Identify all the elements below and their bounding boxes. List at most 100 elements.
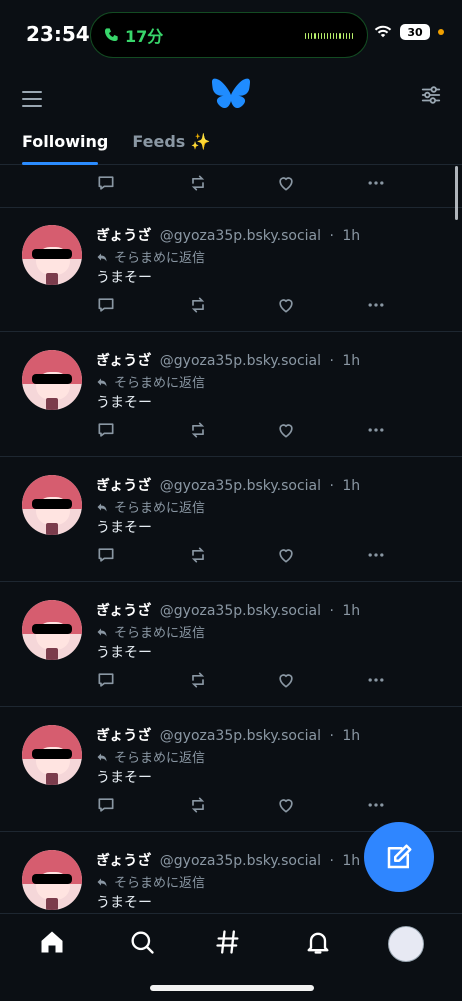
reply-button[interactable] — [96, 545, 116, 565]
post-time[interactable]: 1h — [342, 353, 360, 369]
reply-context[interactable]: そらまめに返信 — [96, 372, 205, 391]
nav-home[interactable] — [34, 924, 70, 960]
nav-notifications[interactable] — [300, 924, 336, 960]
post-header: ぎょうざ @gyoza35p.bsky.social · 1h — [96, 350, 360, 370]
reply-arrow-icon — [97, 628, 107, 636]
post-text: うまそー — [96, 895, 152, 911]
like-button[interactable] — [276, 295, 296, 315]
like-button[interactable] — [276, 545, 296, 565]
like-button[interactable] — [276, 173, 296, 193]
post-time[interactable]: 1h — [342, 603, 360, 619]
post-item[interactable]: ぎょうざ @gyoza35p.bsky.social · 1h そらまめに返信 … — [0, 207, 462, 332]
post-text: うまそー — [96, 770, 152, 786]
home-indicator[interactable] — [150, 985, 314, 991]
compose-post-button[interactable] — [364, 822, 434, 892]
bluesky-butterfly-icon[interactable] — [212, 78, 250, 112]
post-avatar[interactable] — [22, 475, 82, 535]
more-button[interactable] — [366, 545, 386, 565]
reply-button[interactable] — [96, 420, 116, 440]
tab-feeds[interactable]: Feeds ✨ — [132, 132, 210, 151]
reply-context[interactable]: そらまめに返信 — [96, 872, 205, 891]
display-name[interactable]: ぎょうざ — [96, 728, 151, 744]
handle[interactable]: @gyoza35p.bsky.social — [160, 603, 321, 619]
dynamic-island[interactable]: 17分 — [90, 12, 368, 58]
display-name[interactable]: ぎょうざ — [96, 478, 151, 494]
reply-arrow-icon — [97, 878, 107, 886]
post-time[interactable]: 1h — [342, 478, 360, 494]
reply-context[interactable]: そらまめに返信 — [96, 497, 205, 516]
post-avatar[interactable] — [22, 725, 82, 785]
heart-icon — [279, 799, 293, 813]
like-button[interactable] — [276, 420, 296, 440]
repost-button[interactable] — [188, 173, 208, 193]
post-action-bar — [96, 173, 396, 197]
post-item[interactable]: ぎょうざ @gyoza35p.bsky.social · 1h そらまめに返信 … — [0, 457, 462, 582]
reply-button[interactable] — [96, 670, 116, 690]
reply-button[interactable] — [96, 173, 116, 193]
handle[interactable]: @gyoza35p.bsky.social — [160, 478, 321, 494]
phone-icon — [105, 28, 118, 41]
more-button[interactable] — [366, 670, 386, 690]
display-name[interactable]: ぎょうざ — [96, 853, 151, 869]
reply-button[interactable] — [96, 295, 116, 315]
reply-context[interactable]: そらまめに返信 — [96, 622, 205, 641]
nav-profile-avatar[interactable] — [388, 926, 424, 962]
reply-icon — [98, 673, 114, 687]
nav-feeds[interactable] — [210, 924, 246, 960]
scrollbar[interactable] — [455, 166, 458, 220]
handle[interactable]: @gyoza35p.bsky.social — [160, 353, 321, 369]
post-item[interactable]: ぎょうざ @gyoza35p.bsky.social · 1h そらまめに返信 … — [0, 582, 462, 707]
reply-button[interactable] — [96, 795, 116, 815]
reply-arrow-icon — [97, 503, 107, 511]
call-duration: 17分 — [125, 27, 164, 46]
post-time[interactable]: 1h — [342, 853, 360, 869]
post-header: ぎょうざ @gyoza35p.bsky.social · 1h — [96, 850, 360, 870]
reply-icon — [98, 548, 114, 562]
feed-settings-icon[interactable] — [420, 84, 442, 106]
search-icon — [131, 931, 154, 954]
post-item[interactable]: ぎょうざ @gyoza35p.bsky.social · 1h そらまめに返信 … — [0, 332, 462, 457]
post-avatar[interactable] — [22, 850, 82, 910]
reply-context[interactable]: そらまめに返信 — [96, 747, 205, 766]
nav-search[interactable] — [124, 924, 160, 960]
reply-icon — [98, 798, 114, 812]
post-avatar[interactable] — [22, 600, 82, 660]
repost-button[interactable] — [188, 795, 208, 815]
battery-level: 30 — [407, 25, 423, 39]
post-time[interactable]: 1h — [342, 228, 360, 244]
call-indicator[interactable]: 17分 — [103, 23, 163, 47]
heart-icon — [279, 177, 293, 191]
feed-list[interactable]: ぎょうざ @gyoza35p.bsky.social · 1h そらまめに返信 … — [0, 165, 462, 913]
tab-following[interactable]: Following — [22, 132, 108, 151]
more-button[interactable] — [366, 420, 386, 440]
handle[interactable]: @gyoza35p.bsky.social — [160, 853, 321, 869]
reply-icon — [98, 176, 114, 190]
reply-context[interactable]: そらまめに返信 — [96, 247, 205, 266]
handle[interactable]: @gyoza35p.bsky.social — [160, 728, 321, 744]
display-name[interactable]: ぎょうざ — [96, 603, 151, 619]
like-button[interactable] — [276, 670, 296, 690]
repost-button[interactable] — [188, 545, 208, 565]
like-button[interactable] — [276, 795, 296, 815]
repost-button[interactable] — [188, 295, 208, 315]
repost-button[interactable] — [188, 420, 208, 440]
post-item[interactable]: ぎょうざ @gyoza35p.bsky.social · 1h そらまめに返信 … — [0, 707, 462, 832]
app-header: Following Feeds ✨ — [0, 70, 462, 165]
post-avatar[interactable] — [22, 225, 82, 285]
repost-button[interactable] — [188, 670, 208, 690]
handle[interactable]: @gyoza35p.bsky.social — [160, 228, 321, 244]
wifi-icon — [374, 25, 392, 38]
more-button[interactable] — [366, 173, 386, 193]
post-time[interactable]: 1h — [342, 728, 360, 744]
separator: · — [329, 603, 334, 619]
menu-icon[interactable] — [22, 86, 42, 112]
display-name[interactable]: ぎょうざ — [96, 228, 151, 244]
separator: · — [329, 478, 334, 494]
more-button[interactable] — [366, 795, 386, 815]
heart-icon — [279, 549, 293, 563]
more-button[interactable] — [366, 295, 386, 315]
display-name[interactable]: ぎょうざ — [96, 353, 151, 369]
post-avatar[interactable] — [22, 350, 82, 410]
repost-icon — [191, 797, 205, 813]
reply-icon — [98, 423, 114, 437]
